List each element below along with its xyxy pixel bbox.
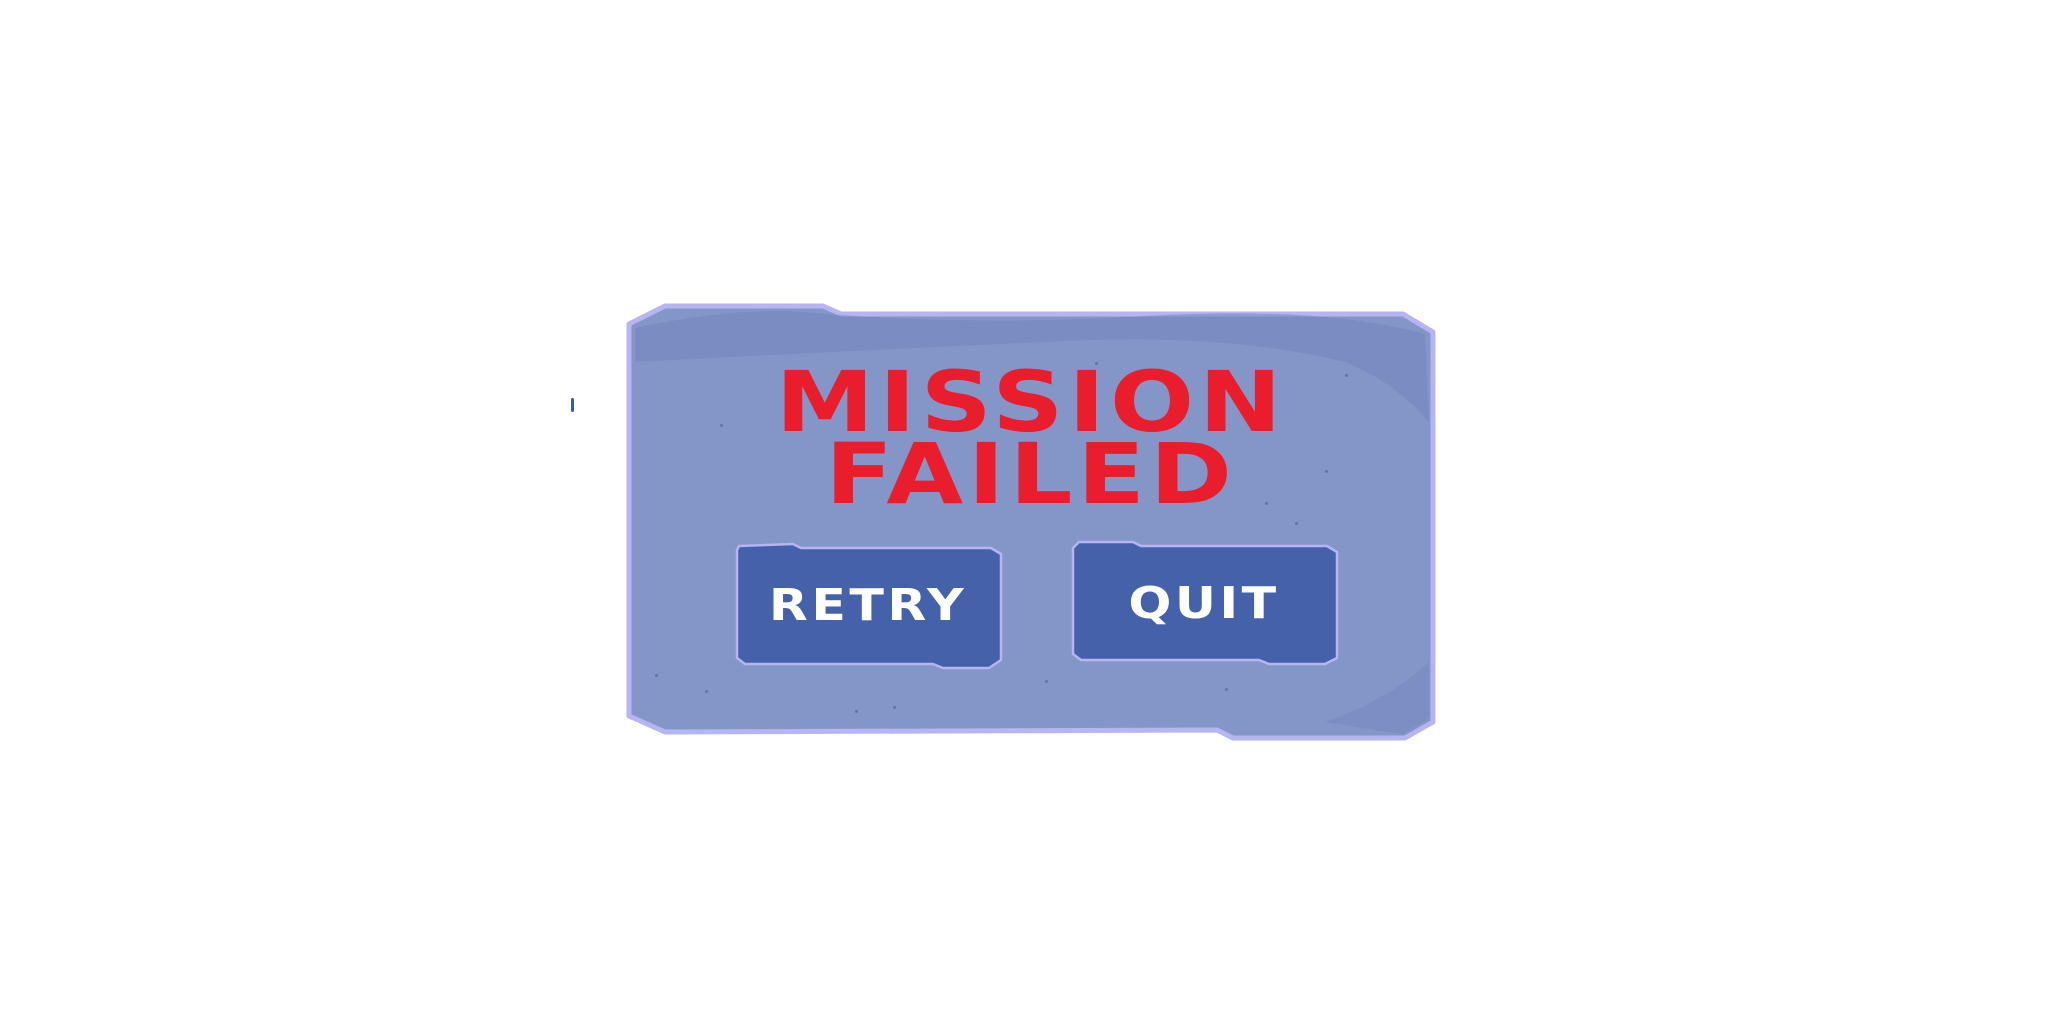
quit-button[interactable]: QUIT — [1069, 540, 1339, 668]
retry-button-label: RETRY — [768, 580, 968, 631]
title-failed: FAILED — [825, 425, 1237, 523]
retry-button[interactable]: RETRY — [733, 542, 1003, 670]
mission-failed-dialog: MISSION FAILED RETRY QUIT — [625, 302, 1437, 746]
quit-button-label: QUIT — [1128, 578, 1280, 629]
game-screen: MISSION FAILED RETRY QUIT — [0, 0, 2048, 1024]
